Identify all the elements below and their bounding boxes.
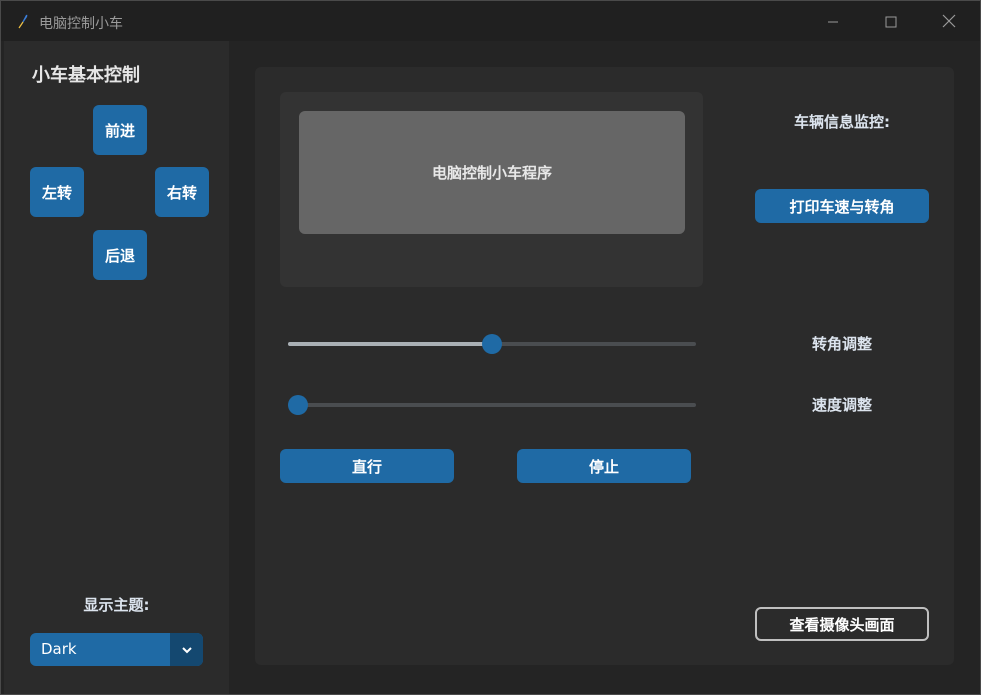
close-button[interactable] [926, 7, 972, 37]
angle-label: 转角调整 [811, 335, 872, 353]
app-window: 电脑控制小车 小车基本控制 前进 左转 右转 后退 显示主题: Dark 电脑控… [0, 0, 981, 695]
speed-slider-handle[interactable] [288, 395, 308, 415]
stop-button[interactable]: 停止 [517, 449, 691, 483]
print-speed-angle-button[interactable]: 打印车速与转角 [755, 189, 929, 223]
close-icon [942, 13, 956, 32]
turn-right-button[interactable]: 右转 [155, 167, 209, 217]
angle-slider[interactable] [288, 334, 696, 354]
chevron-down-icon[interactable] [170, 633, 203, 666]
window-title: 电脑控制小车 [39, 16, 123, 32]
backward-button[interactable]: 后退 [93, 230, 147, 280]
speed-label: 速度调整 [811, 396, 872, 414]
theme-selected-value: Dark [41, 640, 77, 658]
display-frame: 电脑控制小车程序 [280, 92, 703, 287]
forward-button[interactable]: 前进 [93, 105, 147, 155]
maximize-icon [885, 13, 897, 32]
straight-button[interactable]: 直行 [280, 449, 454, 483]
maximize-button[interactable] [868, 7, 914, 37]
display-label: 电脑控制小车程序 [299, 111, 685, 234]
sidebar: 小车基本控制 前进 左转 右转 后退 显示主题: Dark [4, 41, 229, 694]
minimize-icon [827, 13, 839, 32]
main-panel: 电脑控制小车程序 车辆信息监控: 打印车速与转角 转角调整 速度调整 直行 停止… [255, 67, 954, 665]
speed-slider[interactable] [288, 395, 696, 415]
view-camera-button[interactable]: 查看摄像头画面 [755, 607, 929, 641]
feather-icon [15, 13, 31, 29]
minimize-button[interactable] [810, 7, 856, 37]
theme-dropdown[interactable]: Dark [30, 633, 203, 666]
monitor-label: 车辆信息监控: [794, 113, 890, 131]
turn-left-button[interactable]: 左转 [30, 167, 84, 217]
title-bar[interactable]: 电脑控制小车 [1, 1, 980, 41]
angle-slider-handle[interactable] [482, 334, 502, 354]
theme-label: 显示主题: [83, 596, 150, 614]
angle-slider-fill [288, 342, 492, 346]
sidebar-title: 小车基本控制 [32, 65, 140, 86]
